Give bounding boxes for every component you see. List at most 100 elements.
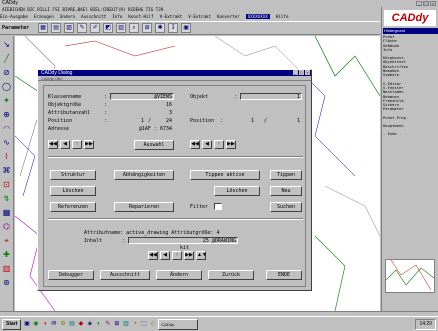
- adresse-value: @1AF : 6734: [138, 126, 172, 132]
- draw-tool-icon[interactable]: ▥: [1, 263, 12, 274]
- attr-first-button[interactable]: ◀◀: [148, 251, 158, 260]
- toolbar-tool-icon[interactable]: ✐: [90, 23, 101, 33]
- draw-tool-icon[interactable]: ⊡: [1, 179, 12, 190]
- auswahl-button[interactable]: Auswahl: [134, 140, 174, 150]
- toolbar-tool-icon[interactable]: ▤: [51, 23, 62, 33]
- draw-tool-icon[interactable]: ∿: [1, 137, 12, 148]
- quicklaunch-icon[interactable]: ▤: [68, 321, 75, 328]
- aendern-button[interactable]: Ändern: [156, 270, 202, 280]
- quicklaunch-icon[interactable]: ▣: [23, 321, 30, 328]
- struktur-button[interactable]: Struktur: [50, 170, 96, 180]
- toolbar-tool-icon[interactable]: ✎: [77, 23, 88, 33]
- draw-tool-icon[interactable]: ⊛: [1, 277, 12, 288]
- command-item[interactable]: - Ende -: [383, 132, 438, 136]
- draw-tool-icon[interactable]: ↘: [1, 39, 12, 50]
- menu-aendern[interactable]: ändern: [60, 14, 75, 19]
- dialog-minimize-button[interactable]: _: [293, 70, 298, 75]
- quicklaunch-icon[interactable]: ◈: [86, 321, 93, 328]
- close-button[interactable]: ×: [430, 1, 436, 6]
- quicklaunch-icon[interactable]: ▥: [122, 321, 129, 328]
- ende-button[interactable]: ENDE: [266, 270, 302, 280]
- window-title: CADdy: [2, 0, 18, 6]
- last-record-button[interactable]: ▶▶: [84, 140, 94, 149]
- toolbar-tool-icon[interactable]: ↧: [168, 23, 179, 33]
- draw-tool-icon[interactable]: ⌬: [1, 221, 12, 232]
- menu-hilfe[interactable]: Hilfe: [276, 14, 289, 19]
- draw-tool-icon[interactable]: ◯: [1, 81, 12, 92]
- start-button[interactable]: Start: [2, 318, 22, 330]
- quicklaunch-icon[interactable]: ⚙: [59, 321, 66, 328]
- draw-tool-icon[interactable]: ⌘: [1, 165, 12, 176]
- attr-sort-button[interactable]: ▲▼: [196, 251, 207, 260]
- dialog-maximize-button[interactable]: □: [299, 70, 304, 75]
- attr-last-button[interactable]: ▶▶: [184, 251, 194, 260]
- toolbar-tool-icon[interactable]: ▥: [116, 23, 127, 33]
- toolbar-tool-icon[interactable]: ⊞: [142, 23, 153, 33]
- quicklaunch-icon[interactable]: ◐: [95, 321, 102, 328]
- toolbar-tool-icon[interactable]: ✱: [155, 23, 166, 33]
- draw-tool-icon[interactable]: ⌇: [1, 151, 12, 162]
- tippen-aktive-button[interactable]: Tippen aktive: [190, 170, 260, 180]
- quicklaunch-icon[interactable]: ◑: [41, 321, 48, 328]
- menu-info[interactable]: Info: [112, 14, 122, 19]
- toolbar-tool-icon[interactable]: ▧: [64, 23, 75, 33]
- right-last-button[interactable]: ▶▶: [226, 140, 236, 149]
- reparieren-button[interactable]: Reparieren: [114, 202, 174, 212]
- draw-tool-icon[interactable]: ↯: [1, 193, 12, 204]
- quicklaunch-icon[interactable]: ◉: [32, 321, 39, 328]
- abhaengigkeiten-button[interactable]: Abhängigkeiten: [114, 170, 174, 180]
- zurueck-button[interactable]: Zurück: [208, 270, 254, 280]
- right-up-button[interactable]: ↑: [214, 140, 224, 149]
- suchen-button[interactable]: Suchen: [270, 202, 302, 212]
- right-first-button[interactable]: ◀◀: [190, 140, 200, 149]
- attr-previous-button[interactable]: ◀: [160, 251, 170, 260]
- draw-tool-icon[interactable]: ⊘: [1, 67, 12, 78]
- quicklaunch-icon[interactable]: ⬚: [140, 321, 147, 328]
- dialog-close-button[interactable]: ×: [305, 70, 310, 75]
- neu-button[interactable]: Neu: [270, 186, 302, 196]
- menu-ausschnitt[interactable]: Ausschnitt: [81, 14, 106, 19]
- first-record-button[interactable]: ◀◀: [48, 140, 58, 149]
- toolbar-tool-icon[interactable]: ⌕: [129, 23, 140, 33]
- quicklaunch-icon[interactable]: ◇: [149, 321, 156, 328]
- menu-konst-hilf[interactable]: Konst-Hilf: [128, 14, 153, 19]
- debugger-button[interactable]: Debugger: [48, 270, 94, 280]
- ausschnitt-button[interactable]: Ausschnitt: [100, 270, 150, 280]
- draw-tool-icon[interactable]: ✚: [1, 249, 12, 260]
- draw-tool-icon[interactable]: ◠: [1, 123, 12, 134]
- menu-ein-ausgabe[interactable]: Ein-Ausgabe: [0, 14, 28, 19]
- attr-up-button[interactable]: ↑: [172, 251, 182, 260]
- menu-highlighted[interactable]: XXXXXXXX: [245, 14, 270, 19]
- menu-erzeugen[interactable]: Erzeugen: [34, 14, 54, 19]
- overview-thumbnail[interactable]: [385, 259, 435, 293]
- previous-record-button[interactable]: ◀: [60, 140, 70, 149]
- caddy-logo: CADdy: [384, 10, 436, 26]
- up-record-button[interactable]: ↑: [72, 140, 82, 149]
- quicklaunch-icon[interactable]: ✎: [104, 321, 111, 328]
- loeschen-right-button[interactable]: Löschen: [214, 186, 260, 196]
- taskbar-window-item[interactable]: CADdy: [158, 318, 199, 330]
- toolbar-tool-icon[interactable]: ◩: [103, 23, 114, 33]
- tippen-button[interactable]: Tippen: [270, 170, 302, 180]
- draw-tool-icon[interactable]: ▦: [1, 207, 12, 218]
- menu-konverter[interactable]: Konverter: [217, 14, 240, 19]
- inhalt-label: Inhalt: [84, 238, 103, 244]
- quicklaunch-icon[interactable]: ◔: [131, 321, 138, 328]
- maximize-button[interactable]: □: [423, 1, 429, 6]
- draw-tool-icon[interactable]: ╱: [1, 53, 12, 64]
- referenzen-button[interactable]: Referenzen: [50, 202, 96, 212]
- draw-tool-icon[interactable]: ⌖: [1, 235, 12, 246]
- quicklaunch-icon[interactable]: ⊞: [113, 321, 120, 328]
- loeschen-left-button[interactable]: Löschen: [50, 186, 96, 196]
- draw-tool-icon[interactable]: ⊕: [1, 109, 12, 120]
- filter-checkbox[interactable]: [214, 203, 222, 210]
- quicklaunch-icon[interactable]: ✉: [50, 321, 57, 328]
- quicklaunch-icon[interactable]: ◆: [77, 321, 84, 328]
- menu-v-extrakt[interactable]: V-Extrakt: [160, 14, 183, 19]
- draw-tool-icon[interactable]: ✦: [1, 95, 12, 106]
- right-previous-button[interactable]: ◀: [202, 140, 212, 149]
- menu-v-extrakt-2[interactable]: V-Extrakt: [188, 14, 211, 19]
- minimize-button[interactable]: _: [416, 1, 422, 6]
- toolbar-tool-icon[interactable]: ▣: [181, 23, 192, 33]
- toolbar-tool-icon[interactable]: ▦: [38, 23, 49, 33]
